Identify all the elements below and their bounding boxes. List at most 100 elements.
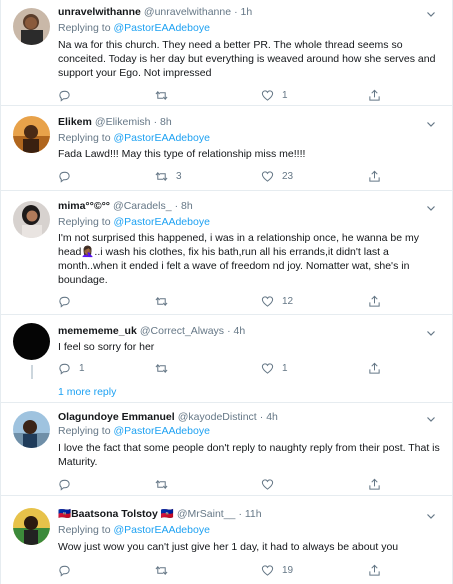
like-button[interactable] (261, 477, 282, 491)
tweet-text: I feel so sorry for her (58, 341, 155, 353)
show-more-replies-link[interactable]: 1 more reply (58, 386, 116, 398)
share-button[interactable] (368, 169, 381, 183)
retweet-icon (155, 565, 168, 575)
replying-to: Replying to @PastorEAAdeboye (58, 425, 210, 438)
tweet-text: Fada Lawd!!! May this type of relationsh… (58, 148, 306, 160)
tweet[interactable]: unravelwithanne @unravelwithanne · 1h Re… (1, 0, 452, 106)
user-handle[interactable]: @Elikemish (95, 116, 151, 128)
replying-to-label: Replying to (58, 524, 114, 536)
timestamp[interactable]: · 8h (154, 116, 172, 128)
retweet-button[interactable] (155, 477, 176, 491)
avatar[interactable] (13, 508, 50, 545)
like-button[interactable]: 12 (261, 294, 293, 308)
chevron-down-icon[interactable] (426, 414, 436, 424)
user-handle[interactable]: @Correct_Always (140, 325, 224, 337)
retweet-button[interactable]: 3 (155, 169, 182, 183)
replying-to-link[interactable]: @PastorEAAdeboye (113, 216, 209, 228)
share-button[interactable] (368, 88, 381, 102)
replying-to: Replying to @PastorEAAdeboye (58, 132, 210, 145)
avatar[interactable] (13, 116, 50, 153)
reply-button[interactable] (58, 477, 79, 491)
retweet-icon (155, 90, 168, 100)
share-icon (369, 362, 380, 374)
display-name[interactable]: Olagundoye Emmanuel (58, 411, 175, 423)
tweet[interactable]: Elikem @Elikemish · 8h Replying to @Past… (1, 106, 452, 191)
share-icon (369, 170, 380, 182)
tweet-header: Elikem @Elikemish · 8h (58, 115, 442, 129)
chevron-down-icon[interactable] (426, 9, 436, 19)
retweet-button[interactable] (155, 361, 176, 375)
user-handle[interactable]: @unravelwithanne (144, 6, 231, 18)
share-icon (369, 564, 380, 576)
tweet-header: Olagundoye Emmanuel @kayodeDistinct · 4h (58, 410, 442, 424)
replying-to-link[interactable]: @PastorEAAdeboye (113, 425, 209, 437)
like-button[interactable]: 1 (261, 88, 288, 102)
replying-to-link[interactable]: @PastorEAAdeboye (113, 132, 209, 144)
timestamp[interactable]: · 1h (234, 6, 252, 18)
replying-to-link[interactable]: @PastorEAAdeboye (113, 22, 209, 34)
avatar[interactable] (13, 8, 50, 45)
display-name[interactable]: memememe_uk (58, 325, 137, 337)
retweet-icon (155, 479, 168, 489)
tweet-actions: 12 (58, 294, 442, 308)
retweet-icon (155, 296, 168, 306)
tweet[interactable]: memememe_uk @Correct_Always · 4h I feel … (1, 315, 452, 403)
timestamp[interactable]: · 11h (238, 508, 261, 520)
user-handle[interactable]: @MrSaint__ (177, 508, 236, 520)
display-name[interactable]: Elikem (58, 116, 92, 128)
like-button[interactable]: 19 (261, 563, 293, 577)
heart-icon (261, 478, 274, 490)
user-handle[interactable]: @kayodeDistinct (178, 411, 257, 423)
display-name[interactable]: mima°°©°° (58, 200, 110, 212)
chevron-down-icon[interactable] (426, 119, 436, 129)
share-icon (369, 295, 380, 307)
retweet-button[interactable] (155, 88, 176, 102)
replying-to: Replying to @PastorEAAdeboye (58, 22, 210, 35)
timestamp[interactable]: · 8h (175, 200, 193, 212)
timestamp[interactable]: · 4h (260, 411, 278, 423)
like-button[interactable]: 23 (261, 169, 293, 183)
tweet-actions: 3 23 (58, 169, 442, 183)
retweet-button[interactable] (155, 294, 176, 308)
share-button[interactable] (368, 477, 381, 491)
replying-to-label: Replying to (58, 425, 114, 437)
reply-button[interactable] (58, 169, 79, 183)
share-button[interactable] (368, 361, 381, 375)
chevron-down-icon[interactable] (426, 203, 436, 213)
timestamp[interactable]: · 4h (227, 325, 245, 337)
tweet[interactable]: 🇭🇹Baatsona Tolstoy 🇭🇹 @MrSaint__ · 11h R… (1, 496, 452, 584)
replying-to-link[interactable]: @PastorEAAdeboye (113, 524, 209, 536)
share-button[interactable] (368, 294, 381, 308)
like-count: 12 (282, 295, 294, 307)
tweet-actions: 19 (58, 563, 442, 577)
tweet-actions (58, 477, 442, 491)
like-count: 19 (282, 564, 294, 576)
reply-button[interactable] (58, 294, 79, 308)
avatar[interactable] (13, 323, 50, 360)
user-handle[interactable]: @Caradels_ (113, 200, 172, 212)
reply-icon (59, 171, 70, 183)
display-name[interactable]: unravelwithanne (58, 6, 141, 18)
reply-icon (59, 363, 70, 375)
display-name[interactable]: 🇭🇹Baatsona Tolstoy 🇭🇹 (58, 508, 174, 520)
reply-feed: unravelwithanne @unravelwithanne · 1h Re… (0, 0, 453, 584)
like-button[interactable]: 1 (261, 361, 288, 375)
avatar[interactable] (13, 411, 50, 448)
tweet[interactable]: mima°°©°° @Caradels_ · 8h Replying to @P… (1, 191, 452, 315)
heart-icon (261, 89, 274, 101)
reply-button[interactable] (58, 563, 79, 577)
avatar[interactable] (13, 201, 50, 238)
like-count: 1 (282, 89, 288, 101)
tweet[interactable]: Olagundoye Emmanuel @kayodeDistinct · 4h… (1, 403, 452, 496)
chevron-down-icon[interactable] (426, 328, 436, 338)
retweet-count: 3 (176, 170, 182, 182)
reply-button[interactable] (58, 88, 79, 102)
retweet-button[interactable] (155, 563, 176, 577)
share-button[interactable] (368, 563, 381, 577)
reply-button[interactable]: 1 (58, 361, 85, 375)
reply-icon (59, 479, 70, 491)
chevron-down-icon[interactable] (426, 511, 436, 521)
replying-to-label: Replying to (58, 22, 114, 34)
reply-count: 1 (79, 362, 85, 374)
reply-icon (59, 90, 70, 102)
